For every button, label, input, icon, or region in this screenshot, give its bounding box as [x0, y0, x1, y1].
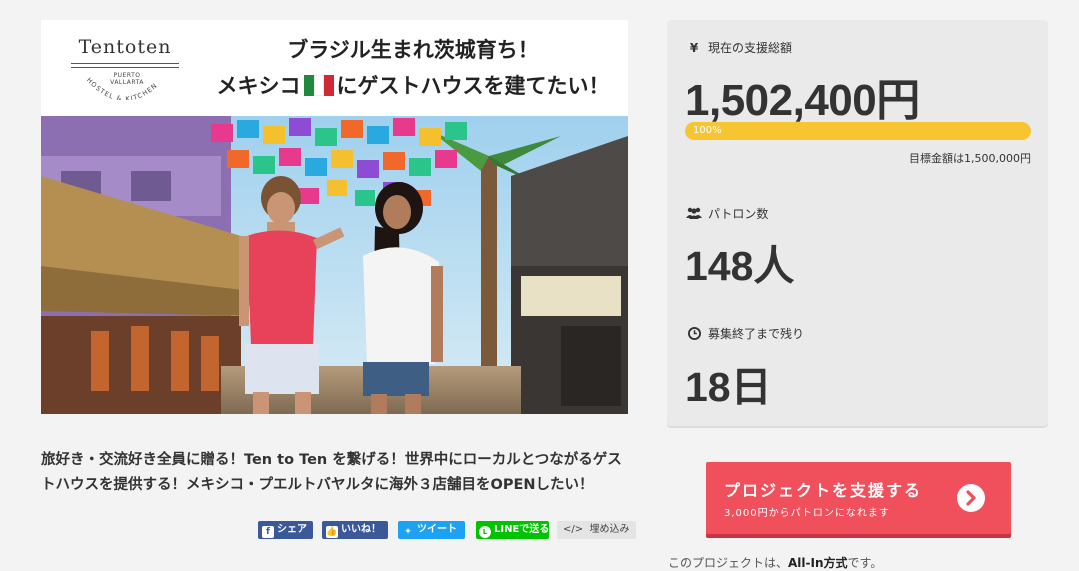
- facebook-share-button[interactable]: f シェア: [258, 521, 313, 539]
- project-description: 旅好き・交流好き全員に贈る！Ten to Ten を繋げる！世界中にローカルとつ…: [41, 452, 622, 493]
- users-icon: [686, 207, 702, 221]
- goal-amount: 目標金額は1,500,000円: [909, 152, 1031, 165]
- hero-photo: [41, 116, 628, 414]
- headline-line-2: メキシコ にゲストハウスを建てたい！: [216, 74, 610, 98]
- support-project-button[interactable]: プロジェクトを支援する 3,000円からパトロンになれます: [706, 462, 1011, 534]
- support-button-label: プロジェクトを支援する: [724, 481, 923, 500]
- mexico-flag-icon: [303, 75, 334, 96]
- funded-label: ¥ 現在の支援総額: [686, 39, 792, 56]
- patrons-label: パトロン数: [686, 205, 768, 222]
- chevron-right-icon: [957, 484, 985, 512]
- yen-icon: ¥: [689, 41, 699, 55]
- all-in-link[interactable]: All-In方式: [788, 556, 848, 570]
- project-hero-image: Tentoten PUERTO VALLARTA HOSTEL & KITCHE…: [41, 20, 628, 414]
- logo-arc-text: HOSTEL & KITCHEN: [85, 76, 158, 100]
- remaining-days: 18日: [685, 364, 772, 410]
- patrons-count: 148人: [685, 243, 795, 289]
- funding-progress-bar: 100%: [685, 122, 1031, 140]
- progress-fill: 100%: [685, 122, 1031, 140]
- headline-line-1: ブラジル生まれ茨城育ち！: [287, 38, 539, 62]
- twitter-icon: ✦: [404, 527, 412, 537]
- tweet-button[interactable]: ✦ ツイート: [398, 521, 465, 539]
- remaining-label: 募集終了まで残り: [686, 325, 804, 342]
- line-icon: L: [479, 526, 491, 538]
- thumbs-up-icon: 👍: [326, 526, 338, 538]
- hero-headline: ブラジル生まれ茨城育ち！ メキシコ にゲストハウスを建てたい！: [209, 32, 617, 104]
- facebook-like-button[interactable]: 👍 いいね！: [322, 521, 388, 539]
- facebook-icon: f: [262, 526, 274, 538]
- tentoten-logo: Tentoten PUERTO VALLARTA HOSTEL & KITCHE…: [67, 36, 183, 100]
- funded-amount: 1,502,400円: [685, 76, 920, 125]
- code-icon: </>: [563, 524, 584, 535]
- funding-stats-panel: ¥ 現在の支援総額 1,502,400円 100% 目標金額は1,500,000円…: [667, 20, 1048, 426]
- clock-icon: [686, 327, 702, 341]
- logo-arc: HOSTEL & KITCHEN: [85, 76, 159, 100]
- line-send-button[interactable]: L LINEで送る: [476, 521, 549, 539]
- hero-banner: Tentoten PUERTO VALLARTA HOSTEL & KITCHE…: [41, 20, 628, 116]
- embed-button[interactable]: </> 埋め込み: [557, 521, 636, 539]
- svg-text:HOSTEL & KITCHEN: HOSTEL & KITCHEN: [85, 76, 159, 100]
- support-button-sublabel: 3,000円からパトロンになれます: [724, 508, 890, 519]
